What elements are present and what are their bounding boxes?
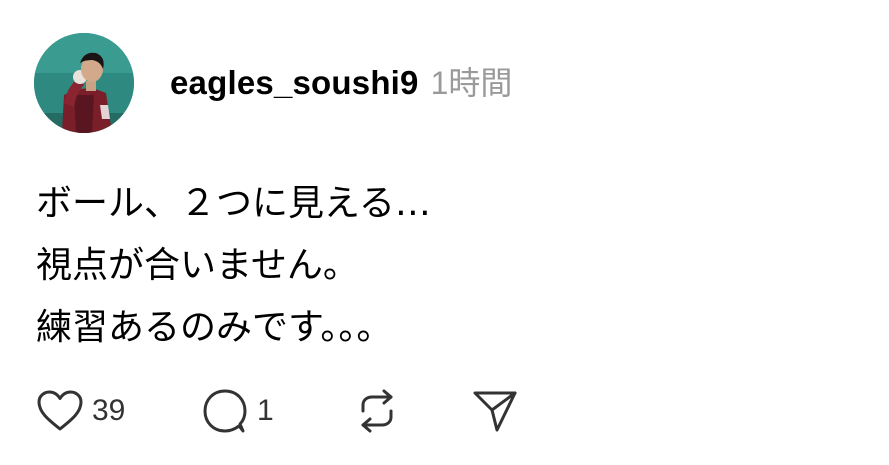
post-header: eagles_soushi9 1時間: [170, 58, 512, 108]
speech-bubble-icon: [203, 389, 247, 433]
post-body: ボール、２つに見える… 視点が合いません。 練習あるのみです。。。: [36, 173, 856, 359]
comment-button[interactable]: 1: [201, 386, 353, 436]
repost-arrows-icon: [361, 389, 393, 433]
avatar-photo: [34, 33, 134, 133]
paper-plane-icon: [473, 391, 517, 432]
post-text-line: 練習あるのみです。。。: [36, 307, 393, 348]
post-text-line: ボール、２つに見える…: [36, 183, 431, 224]
action-bar: 39 1: [36, 386, 519, 436]
comment-count: 1: [257, 394, 274, 427]
repost-button[interactable]: [353, 386, 471, 436]
heart-icon: [37, 390, 83, 431]
username[interactable]: eagles_soushi9: [170, 64, 419, 102]
post-timestamp: 1時間: [430, 65, 513, 101]
like-count: 39: [92, 394, 126, 427]
thread-post: eagles_soushi9 1時間 ボール、２つに見える… 視点が合いません。…: [0, 0, 889, 465]
avatar[interactable]: [34, 33, 134, 133]
post-text-line: 視点が合いません。: [36, 245, 359, 286]
share-button[interactable]: [471, 386, 519, 436]
like-button[interactable]: 39: [36, 386, 201, 436]
